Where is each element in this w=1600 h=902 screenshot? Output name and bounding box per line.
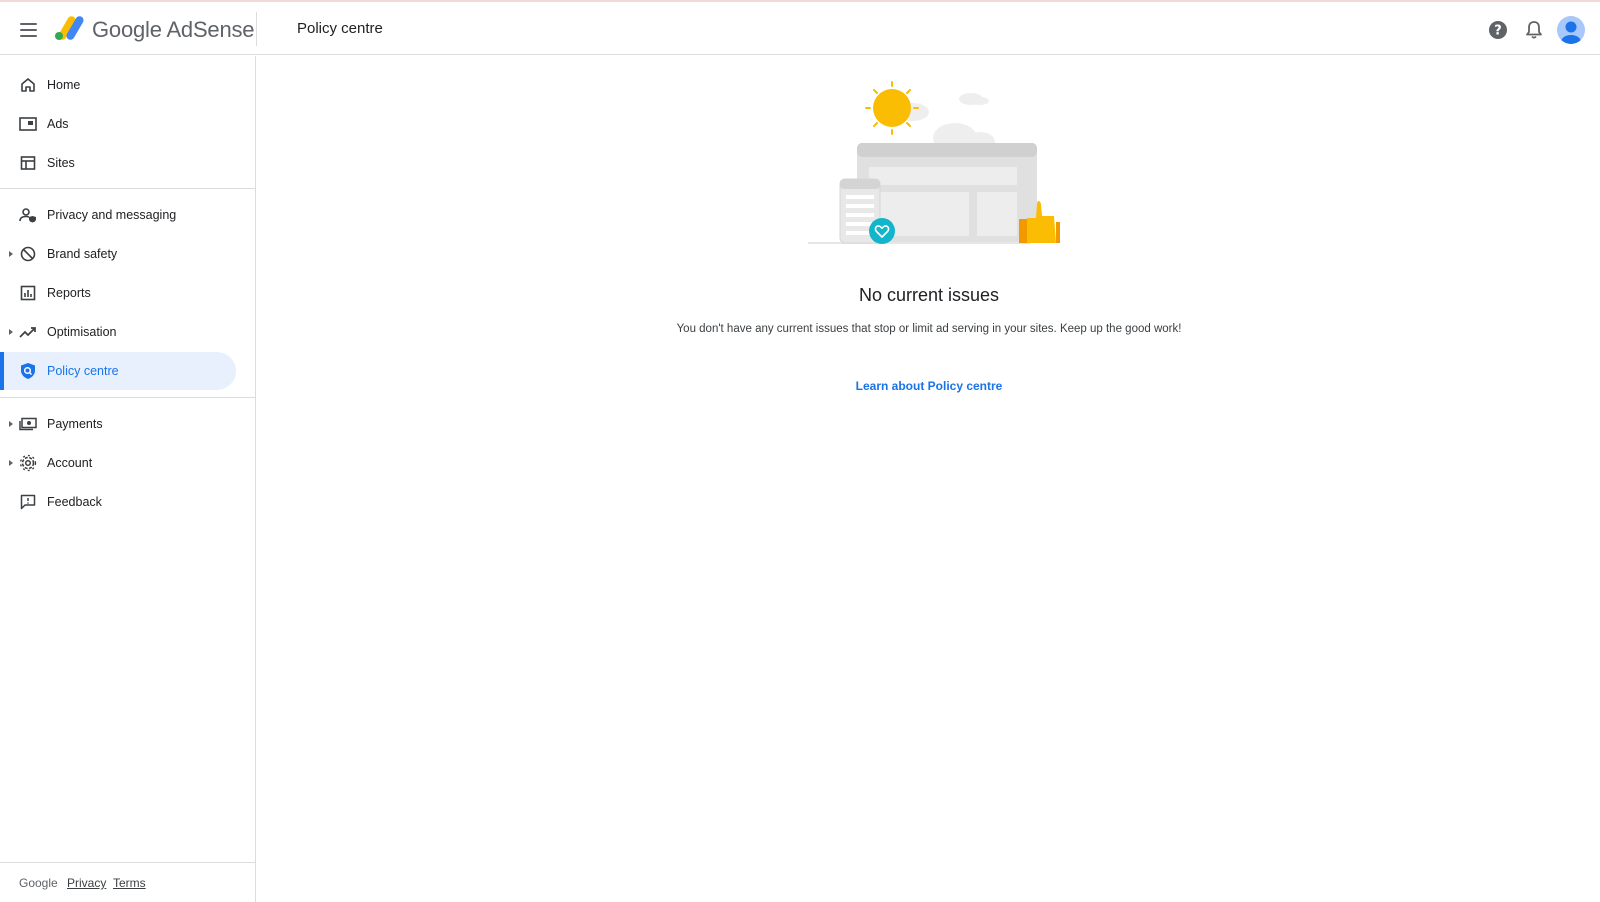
expand-caret-icon xyxy=(9,421,13,427)
expand-caret-icon xyxy=(9,460,13,466)
sidebar-item-reports[interactable]: Reports xyxy=(0,274,236,312)
optimisation-icon xyxy=(18,322,38,342)
sidebar-divider xyxy=(0,397,256,398)
sidebar-item-label: Ads xyxy=(47,117,69,131)
sidebar-item-label: Privacy and messaging xyxy=(47,208,177,222)
sidebar-item-sites[interactable]: Sites xyxy=(0,144,236,182)
policy-centre-icon xyxy=(18,361,38,381)
empty-state-heading: No current issues xyxy=(858,285,1000,305)
payments-icon xyxy=(18,414,38,434)
sites-icon xyxy=(18,153,38,173)
menu-icon-bar xyxy=(19,23,37,25)
account-icon xyxy=(18,453,38,473)
sidebar-item-account[interactable]: Account xyxy=(0,444,236,482)
footer-google-label: Google xyxy=(19,876,58,890)
adsense-logo-icon xyxy=(55,16,84,40)
sidebar-item-optimisation[interactable]: Optimisation xyxy=(0,313,236,351)
help-icon[interactable]: ? xyxy=(1486,18,1510,42)
menu-icon-bar xyxy=(19,29,37,31)
ads-icon xyxy=(18,114,38,134)
learn-about-policy-centre-link[interactable]: Learn about Policy centre xyxy=(756,379,1102,393)
footer-terms-link[interactable]: Terms xyxy=(113,876,146,890)
empty-state-description: You don't have any current issues that s… xyxy=(676,323,1182,335)
sidebar-item-label: Policy centre xyxy=(47,364,119,378)
expand-caret-icon xyxy=(9,251,13,257)
sidebar-item-label: Optimisation xyxy=(47,325,117,339)
page-title: Policy centre xyxy=(297,20,383,37)
sidebar-item-ads[interactable]: Ads xyxy=(0,105,236,143)
main-menu-button[interactable] xyxy=(14,16,42,44)
app-header: Google AdSense Policy centre ? xyxy=(0,2,1600,55)
feedback-icon xyxy=(18,492,38,512)
sidebar-item-brand-safety[interactable]: Brand safety xyxy=(0,235,236,273)
sidebar-item-policy-centre[interactable]: Policy centre xyxy=(0,352,236,390)
no-issues-illustration xyxy=(808,81,1060,244)
privacy-icon xyxy=(18,205,38,225)
brand-safety-icon xyxy=(18,244,38,264)
sidebar-item-home[interactable]: Home xyxy=(0,66,236,104)
sidebar-item-label: Payments xyxy=(47,417,103,431)
menu-icon-bar xyxy=(19,35,37,37)
sidebar-item-label: Brand safety xyxy=(47,247,118,261)
sidebar-divider xyxy=(0,188,256,189)
sidebar-item-payments[interactable]: Payments xyxy=(0,405,236,443)
reports-icon xyxy=(18,283,38,303)
home-icon xyxy=(18,75,38,95)
header-divider xyxy=(256,12,257,46)
sidebar-item-privacy-and-messaging[interactable]: Privacy and messaging xyxy=(0,196,236,234)
account-avatar[interactable] xyxy=(1557,16,1585,44)
sidebar-item-label: Home xyxy=(47,78,81,92)
sidebar-item-label: Sites xyxy=(47,156,75,170)
sidebar-item-feedback[interactable]: Feedback xyxy=(0,483,236,521)
expand-caret-icon xyxy=(9,329,13,335)
sidebar-item-label: Reports xyxy=(47,286,91,300)
sidebar-item-label: Account xyxy=(47,456,93,470)
notifications-bell-icon[interactable] xyxy=(1522,18,1546,42)
sidebar-nav: Home Ads Sites Privacy and messaging Bra… xyxy=(0,56,256,902)
brand-name: Google AdSense xyxy=(92,17,255,42)
svg-text:?: ? xyxy=(1494,24,1502,39)
sidebar-item-label: Feedback xyxy=(47,495,102,509)
footer-privacy-link[interactable]: Privacy xyxy=(67,876,106,890)
sidebar-footer: Google Privacy Terms xyxy=(0,862,256,902)
